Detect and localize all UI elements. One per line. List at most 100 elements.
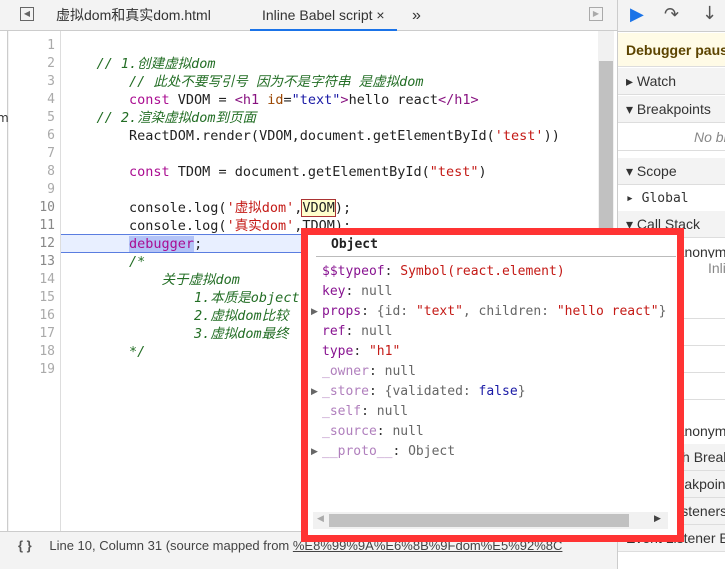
separator: :: [392, 444, 409, 459]
line-number[interactable]: 5: [9, 109, 55, 127]
code-token: const: [129, 164, 170, 180]
property-key: key: [322, 284, 346, 299]
code-token: 1.本质是object: [194, 290, 300, 306]
pretty-print-icon[interactable]: { }: [18, 538, 32, 553]
code-line: // 2.渲染虚拟dom到页面: [64, 109, 257, 127]
divider: [316, 256, 676, 257]
resume-icon[interactable]: ▶: [630, 4, 644, 25]
scroll-right-icon[interactable]: ▶: [654, 514, 661, 524]
line-number[interactable]: 13: [9, 253, 55, 271]
property-key: _source: [322, 424, 377, 439]
object-property: type: "h1": [322, 342, 400, 362]
sidebar-row-global[interactable]: ▸ Global: [618, 185, 725, 212]
code-token: // 1.创建虚拟dom: [96, 56, 216, 72]
line-number[interactable]: 12: [9, 235, 55, 253]
separator: :: [368, 384, 385, 399]
debugger-toolbar: ▶ ↷ ↓: [618, 0, 725, 32]
sidebar-row-no-breakpoints[interactable]: No breakpoints: [618, 124, 725, 151]
sidebar-row-debugger-paused[interactable]: Debugger paused: [618, 33, 725, 67]
tab-bar: ◀ 虚拟dom和真实dom.html Inline Babel script ×…: [0, 0, 617, 31]
property-key: _self: [322, 404, 362, 419]
code-line: /*: [64, 253, 145, 271]
line-number[interactable]: 18: [9, 343, 55, 361]
expand-arrow-icon[interactable]: ▶: [311, 382, 318, 402]
tab-inline-babel-script[interactable]: Inline Babel script ×: [250, 0, 397, 31]
object-property: $$typeof: Symbol(react.element): [322, 262, 565, 282]
object-property[interactable]: __proto__: Object: [322, 442, 455, 462]
property-key: $$typeof: [322, 264, 385, 279]
line-number[interactable]: 6: [9, 127, 55, 145]
code-token: TDOM = document.getElementById(: [169, 164, 430, 180]
code-line: 关于虚拟dom: [64, 271, 240, 289]
line-number[interactable]: 16: [9, 307, 55, 325]
line-number[interactable]: 7: [9, 145, 55, 163]
horizontal-scrollbar[interactable]: ◀ ▶: [313, 512, 668, 529]
code-token: id: [267, 92, 284, 108]
separator: :: [345, 284, 362, 299]
navigator-text: m: [0, 111, 9, 125]
scrollbar-thumb[interactable]: [599, 61, 613, 241]
code-token: "text": [291, 92, 341, 108]
code-token: hello react: [348, 92, 438, 108]
line-number[interactable]: 11: [9, 217, 55, 235]
line-gutter[interactable]: 1 2 3 4 5 6 7 8 9 10 11 12 13 14 15 16 17 18 19: [9, 31, 61, 531]
toggle-navigator-icon[interactable]: ◀: [20, 7, 34, 21]
property-key: _store: [322, 384, 369, 399]
step-over-icon[interactable]: ↷: [664, 4, 679, 25]
line-number[interactable]: 19: [9, 361, 55, 379]
line-number[interactable]: 14: [9, 271, 55, 289]
toggle-debugger-icon[interactable]: ▶: [589, 7, 603, 21]
line-number[interactable]: 4: [9, 91, 55, 109]
code-token: 2.虚拟dom比较: [194, 308, 289, 324]
separator: :: [376, 424, 393, 439]
code-line: // 此处不要写引号 因为不是字符串 是虚拟dom: [64, 73, 424, 91]
scrollbar-thumb[interactable]: [329, 514, 629, 527]
tab-html-file[interactable]: 虚拟dom和真实dom.html: [56, 0, 211, 31]
code-token[interactable]: VDOM: [301, 199, 336, 217]
close-icon[interactable]: ×: [376, 7, 384, 23]
line-number[interactable]: 2: [9, 55, 55, 73]
sidebar-row-breakpoints[interactable]: ▾ Breakpoints: [618, 96, 725, 123]
code-token: <h1: [234, 92, 260, 108]
property-value: Object: [408, 444, 456, 459]
expand-arrow-icon[interactable]: ▶: [311, 302, 318, 322]
cursor-position: Line 10, Column 31 (source mapped from: [49, 538, 293, 553]
code-token: debugger: [129, 236, 195, 252]
code-line: const TDOM = document.getElementById("te…: [64, 163, 487, 181]
code-line: 2.虚拟dom比较: [64, 307, 289, 325]
line-number[interactable]: 15: [9, 289, 55, 307]
code-line: debugger;: [64, 235, 202, 253]
line-number[interactable]: 8: [9, 163, 55, 181]
line-number[interactable]: 17: [9, 325, 55, 343]
more-tabs-button[interactable]: »: [412, 0, 421, 31]
line-number[interactable]: 3: [9, 73, 55, 91]
property-value: null: [361, 324, 393, 339]
property-value: null: [384, 364, 416, 379]
object-property[interactable]: _store: {validated: false}: [322, 382, 526, 402]
expand-arrow-icon[interactable]: ▶: [311, 442, 318, 462]
line-number[interactable]: 9: [9, 181, 55, 199]
sidebar-row-scope[interactable]: ▾ Scope: [618, 158, 725, 185]
scroll-left-icon[interactable]: ◀: [317, 514, 324, 524]
code-line: // 1.创建虚拟dom: [64, 55, 216, 73]
code-token: console.log(: [64, 218, 227, 234]
property-value: {validated: false}: [384, 384, 526, 399]
object-preview-popover: Object $$typeof: Symbol(react.element) ke…: [301, 228, 684, 542]
line-number[interactable]: 1: [9, 37, 55, 55]
line-number[interactable]: 10: [9, 199, 55, 217]
code-token: // 2.渲染虚拟dom到页面: [96, 110, 257, 126]
code-line: 3.虚拟dom最终: [64, 325, 289, 343]
sidebar-row-watch[interactable]: ▸ Watch: [618, 68, 725, 95]
property-value: null: [361, 284, 393, 299]
object-property[interactable]: props: {id: "text", children: "hello rea…: [322, 302, 666, 322]
step-into-icon[interactable]: ↓: [702, 3, 717, 24]
